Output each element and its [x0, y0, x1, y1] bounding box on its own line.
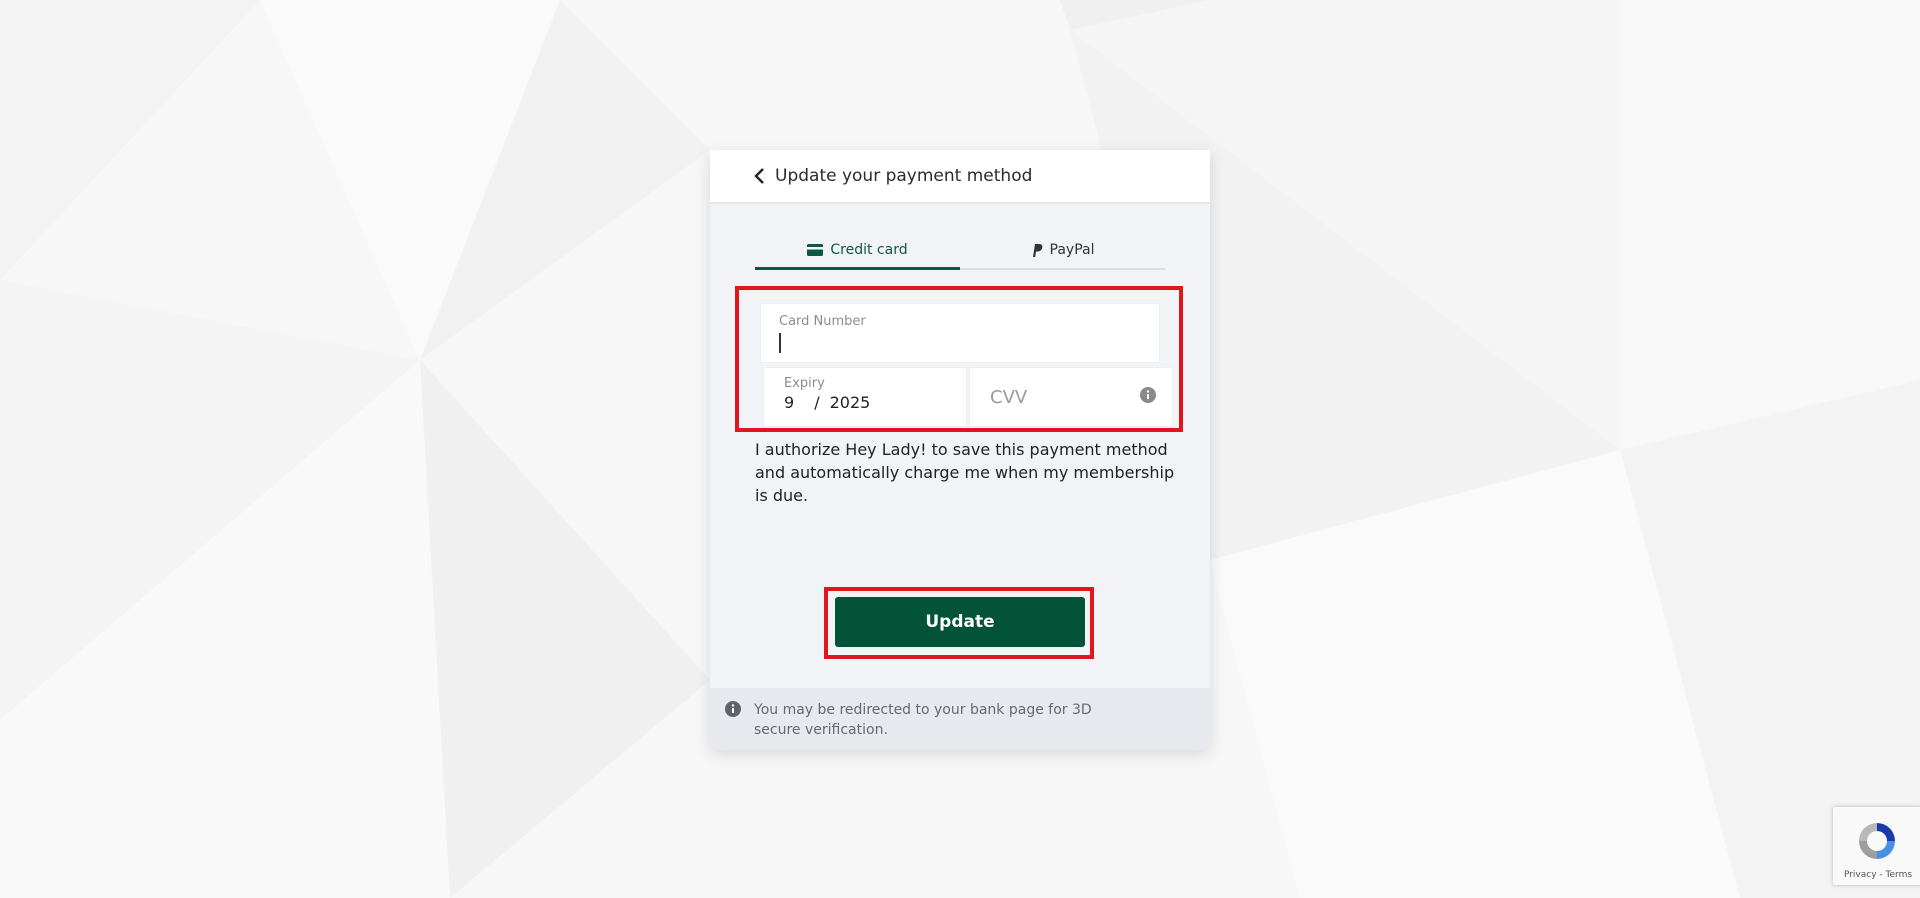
recaptcha-link-separator: - [1876, 870, 1886, 880]
card-number-field[interactable]: Card Number [760, 303, 1160, 363]
expiry-label: Expiry [784, 376, 825, 391]
notice-text: You may be redirected to your bank page … [754, 702, 1092, 738]
update-button[interactable]: Update [835, 597, 1085, 647]
expiry-separator: / [814, 393, 820, 412]
page-title: Update your payment method [775, 166, 1033, 186]
cvv-field[interactable] [969, 367, 1173, 427]
recaptcha-terms-link[interactable]: Terms [1886, 870, 1913, 880]
expiry-year[interactable]: 2025 [830, 393, 871, 412]
chevron-left-icon [754, 167, 768, 185]
tab-credit-card-label: Credit card [830, 241, 908, 258]
tab-credit-card[interactable]: Credit card [755, 232, 960, 270]
tab-paypal-label: PayPal [1049, 242, 1095, 258]
recaptcha-privacy-link[interactable]: Privacy [1844, 870, 1877, 880]
back-header[interactable]: Update your payment method [710, 150, 1210, 204]
info-circle-icon [725, 701, 741, 721]
expiry-field[interactable]: Expiry 9 / 2025 [763, 367, 967, 427]
paypal-icon [1031, 243, 1043, 257]
credit-card-icon [807, 243, 824, 256]
redirect-notice: You may be redirected to your bank page … [710, 688, 1210, 750]
tab-paypal[interactable]: PayPal [960, 232, 1165, 268]
info-icon[interactable] [1140, 387, 1156, 407]
card-number-input[interactable] [779, 333, 1143, 353]
cvv-input[interactable] [990, 386, 1110, 408]
recaptcha-badge[interactable]: Privacy - Terms [1833, 807, 1920, 885]
authorization-text: I authorize Hey Lady! to save this payme… [755, 440, 1175, 505]
recaptcha-icon [1853, 817, 1901, 869]
payment-tabs: Credit card PayPal [755, 232, 1165, 270]
expiry-month[interactable]: 9 [784, 393, 794, 412]
card-fields: Card Number Expiry 9 / 2025 [752, 295, 1173, 427]
payment-card: Update your payment method Credit card P… [710, 150, 1210, 750]
card-number-label: Card Number [779, 314, 866, 329]
